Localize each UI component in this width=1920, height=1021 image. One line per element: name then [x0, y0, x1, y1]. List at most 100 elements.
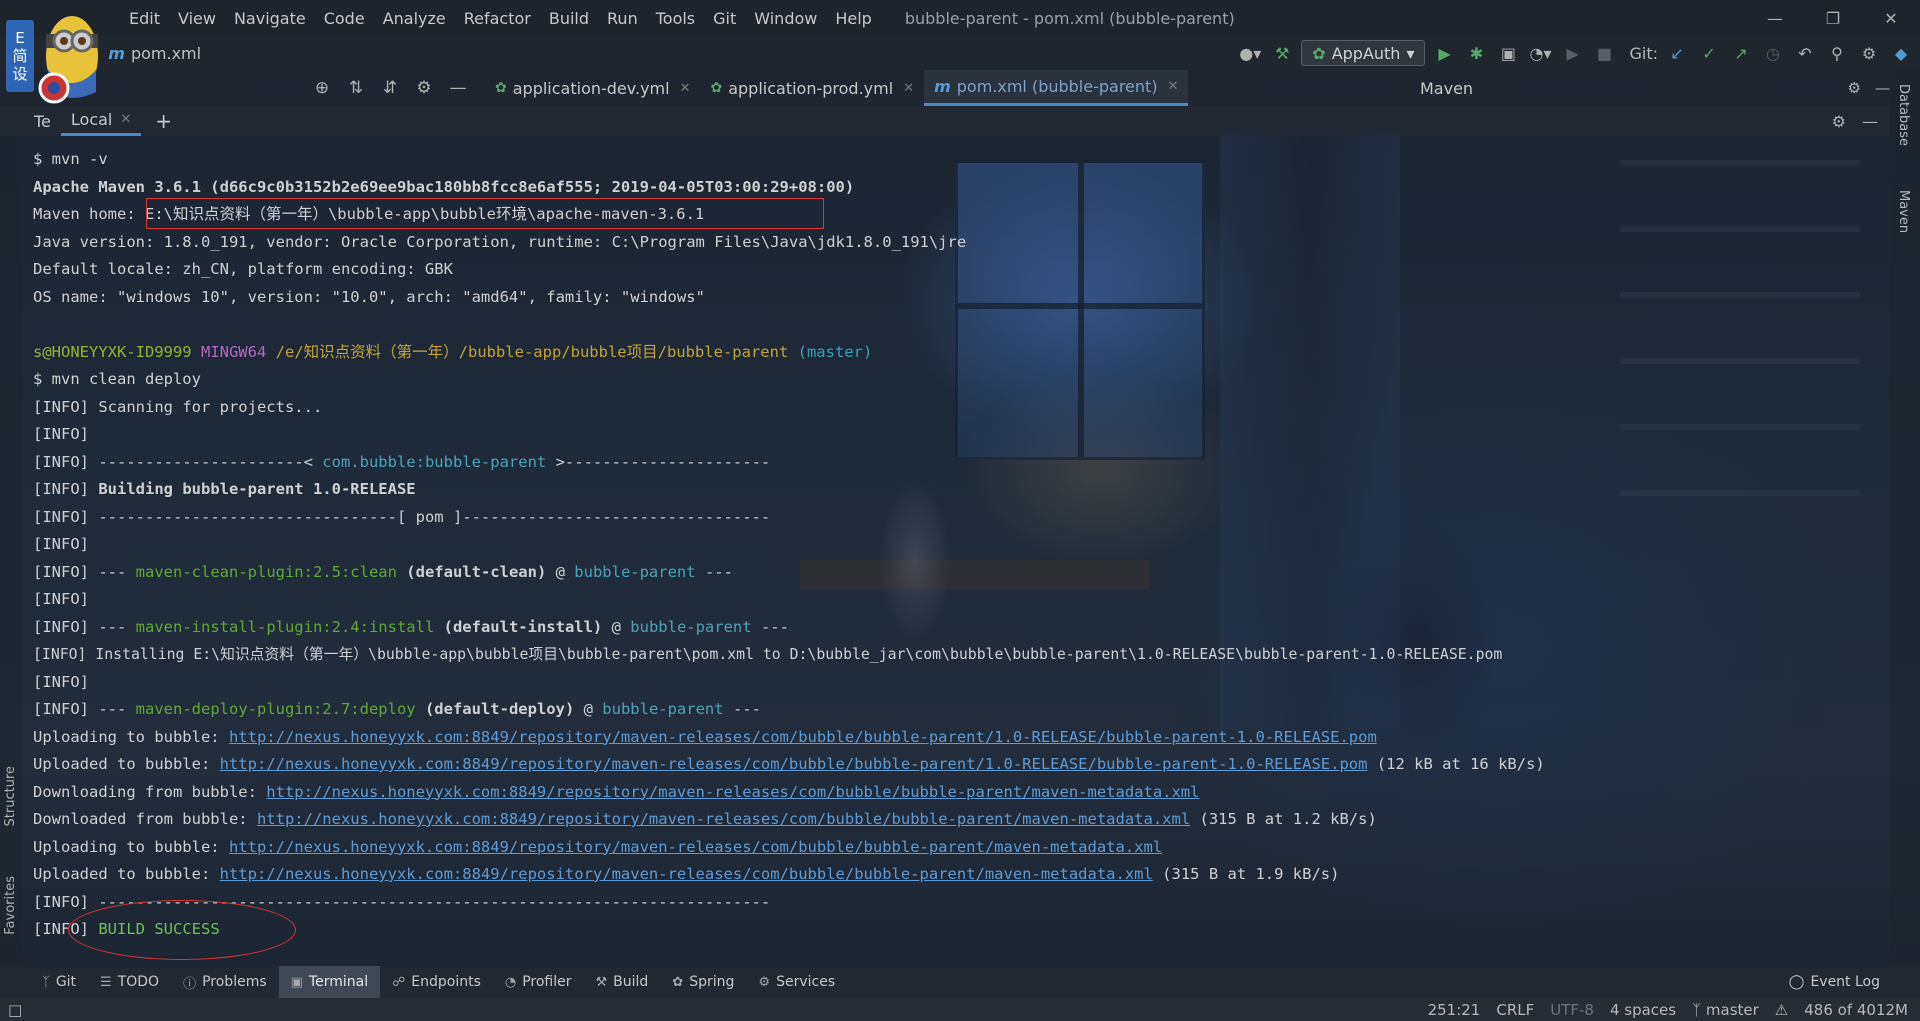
layout-toggle-icon[interactable]: □ [8, 1001, 22, 1019]
user-icon[interactable]: ●▾ [1237, 40, 1263, 66]
plugin-logo-icon[interactable]: ◆ [1888, 40, 1914, 66]
output-text: Java version: 1.8.0_191, vendor: Oracle … [33, 232, 967, 251]
git-branch-widget[interactable]: ᛉ master [1692, 1001, 1759, 1019]
stop-icon[interactable]: ■ [1591, 40, 1617, 66]
locate-icon[interactable]: ⊕ [310, 78, 334, 98]
menu-analyze[interactable]: Analyze [374, 9, 455, 28]
repository-link[interactable]: http://nexus.honeyyxk.com:8849/repositor… [229, 728, 1377, 746]
close-icon[interactable]: ✕ [1168, 79, 1179, 94]
close-icon[interactable]: ✕ [1862, 0, 1920, 36]
terminal-output[interactable]: $ mvn -v Apache Maven 3.6.1 (d66c9c0b315… [33, 146, 1883, 966]
collapse-all-icon[interactable]: ⇵ [378, 78, 402, 98]
menu-view[interactable]: View [169, 9, 225, 28]
git-branch-icon: ᛉ [42, 974, 50, 990]
git-branch-icon: ᛉ [1692, 1000, 1706, 1019]
git-update-icon[interactable]: ↙ [1664, 40, 1690, 66]
tool-label: TODO [117, 974, 160, 990]
repository-link[interactable]: http://nexus.honeyyxk.com:8849/repositor… [220, 865, 1153, 883]
output-text: Uploaded to bubble: [33, 865, 220, 883]
git-rollback-icon[interactable]: ↶ [1792, 40, 1818, 66]
output-text: >---------------------- [546, 452, 771, 471]
tool-endpoints[interactable]: ☍ Endpoints [380, 966, 493, 998]
restore-icon[interactable]: ❐ [1804, 0, 1862, 36]
repository-link[interactable]: http://nexus.honeyyxk.com:8849/repositor… [229, 838, 1162, 856]
structure-tool-button[interactable]: Structure [3, 766, 18, 826]
tool-terminal[interactable]: ▣ Terminal [278, 966, 381, 998]
options-gear-icon[interactable]: ⚙ [412, 78, 436, 98]
repository-link[interactable]: http://nexus.honeyyxk.com:8849/repositor… [257, 810, 1190, 828]
artifact-id: bubble-parent [630, 617, 752, 636]
tool-git[interactable]: ᛉ Git [30, 966, 88, 998]
minimize-icon[interactable]: — [1746, 0, 1804, 36]
run-icon[interactable]: ▶ [1431, 40, 1457, 66]
output-text: @ [574, 700, 603, 718]
hide-panel-icon[interactable]: — [1862, 112, 1878, 131]
search-icon[interactable]: ⚲ [1824, 40, 1850, 66]
close-icon[interactable]: ✕ [120, 112, 131, 127]
tool-build[interactable]: ⚒ Build [584, 966, 661, 998]
line-separator[interactable]: CRLF [1496, 1001, 1534, 1019]
command-text: $ mvn clean deploy [33, 370, 201, 388]
menu-edit[interactable]: Edit [120, 9, 169, 28]
menu-git[interactable]: Git [704, 9, 745, 28]
maven-file-icon: m [934, 77, 951, 96]
git-commit-icon[interactable]: ✓ [1696, 40, 1722, 66]
settings-gear-icon[interactable]: ⚙ [1856, 40, 1882, 66]
tool-services[interactable]: ⚙ Services [746, 966, 847, 998]
menu-navigate[interactable]: Navigate [225, 9, 315, 28]
ide-window: Edit View Navigate Code Analyze Refactor… [0, 0, 1920, 1021]
repository-link[interactable]: http://nexus.honeyyxk.com:8849/repositor… [266, 783, 1199, 801]
hide-panel-icon[interactable]: — [446, 78, 470, 98]
tab-local-terminal[interactable]: Local ✕ [60, 106, 142, 136]
menu-refactor[interactable]: Refactor [455, 9, 540, 28]
indent-setting[interactable]: 4 spaces [1610, 1001, 1676, 1019]
lock-icon[interactable]: ⚠ [1775, 1001, 1788, 1019]
debug-icon[interactable]: ✱ [1463, 40, 1489, 66]
tool-profiler[interactable]: ◔ Profiler [493, 966, 584, 998]
tab-pom-xml[interactable]: m pom.xml (bubble-parent) ✕ [924, 70, 1189, 106]
maven-tool-button[interactable]: Maven [1896, 190, 1911, 233]
file-encoding[interactable]: UTF-8 [1550, 1001, 1594, 1019]
git-history-icon[interactable]: ◷ [1760, 40, 1786, 66]
terminal-line: [INFO] --- maven-deploy-plugin:2.7:deplo… [33, 696, 1883, 724]
favorites-tool-button[interactable]: Favorites [3, 876, 18, 935]
info-tag: [INFO] [33, 562, 89, 581]
plugin-goal: (default-clean) [396, 562, 547, 581]
tool-problems[interactable]: ⓘ Problems [171, 966, 279, 998]
input-method-badge[interactable]: E 简 设 [6, 20, 34, 92]
output-text: Uploaded to bubble: [33, 755, 220, 773]
tool-todo[interactable]: ☰ TODO [88, 966, 171, 998]
output-text: --- [695, 562, 733, 581]
artifact-id: com.bubble:bubble-parent [322, 452, 547, 471]
menu-window[interactable]: Window [745, 9, 826, 28]
menu-code[interactable]: Code [315, 9, 374, 28]
database-tool-button[interactable]: Database [1896, 84, 1911, 146]
build-hammer-icon[interactable]: ⚒ [1269, 40, 1295, 66]
repository-link[interactable]: http://nexus.honeyyxk.com:8849/repositor… [220, 755, 1368, 773]
plugin-name: maven-deploy-plugin:2.7:deploy [135, 700, 416, 718]
menu-run[interactable]: Run [598, 9, 647, 28]
hide-panel-icon[interactable]: — [1875, 79, 1890, 97]
git-push-icon[interactable]: ↗ [1728, 40, 1754, 66]
event-log-button[interactable]: ◯ Event Log [1789, 966, 1880, 998]
breadcrumb-file[interactable]: pom.xml [131, 44, 201, 63]
tab-application-dev-yml[interactable]: ✿ application-dev.yml ✕ [485, 70, 700, 106]
caret-position[interactable]: 251:21 [1428, 1001, 1481, 1019]
memory-indicator[interactable]: 486 of 4012M [1804, 1001, 1908, 1019]
profile-icon[interactable]: ◔▾ [1527, 40, 1553, 66]
settings-gear-icon[interactable]: ⚙ [1832, 112, 1846, 131]
settings-gear-icon[interactable]: ⚙ [1848, 79, 1861, 97]
menu-tools[interactable]: Tools [647, 9, 704, 28]
resume-icon[interactable]: ▶ [1559, 40, 1585, 66]
expand-all-icon[interactable]: ⇅ [344, 78, 368, 98]
close-icon[interactable]: ✕ [680, 81, 691, 96]
tool-spring[interactable]: ✿ Spring [660, 966, 746, 998]
tab-application-prod-yml[interactable]: ✿ application-prod.yml ✕ [700, 70, 924, 106]
new-terminal-plus-icon[interactable]: + [155, 109, 172, 133]
run-configuration-select[interactable]: ✿ AppAuth ▾ [1301, 40, 1426, 66]
coverage-icon[interactable]: ▣ [1495, 40, 1521, 66]
menu-build[interactable]: Build [540, 9, 598, 28]
menu-help[interactable]: Help [826, 9, 880, 28]
close-icon[interactable]: ✕ [903, 81, 914, 96]
terminal-line: [INFO] --------------------------------[… [33, 504, 1883, 532]
